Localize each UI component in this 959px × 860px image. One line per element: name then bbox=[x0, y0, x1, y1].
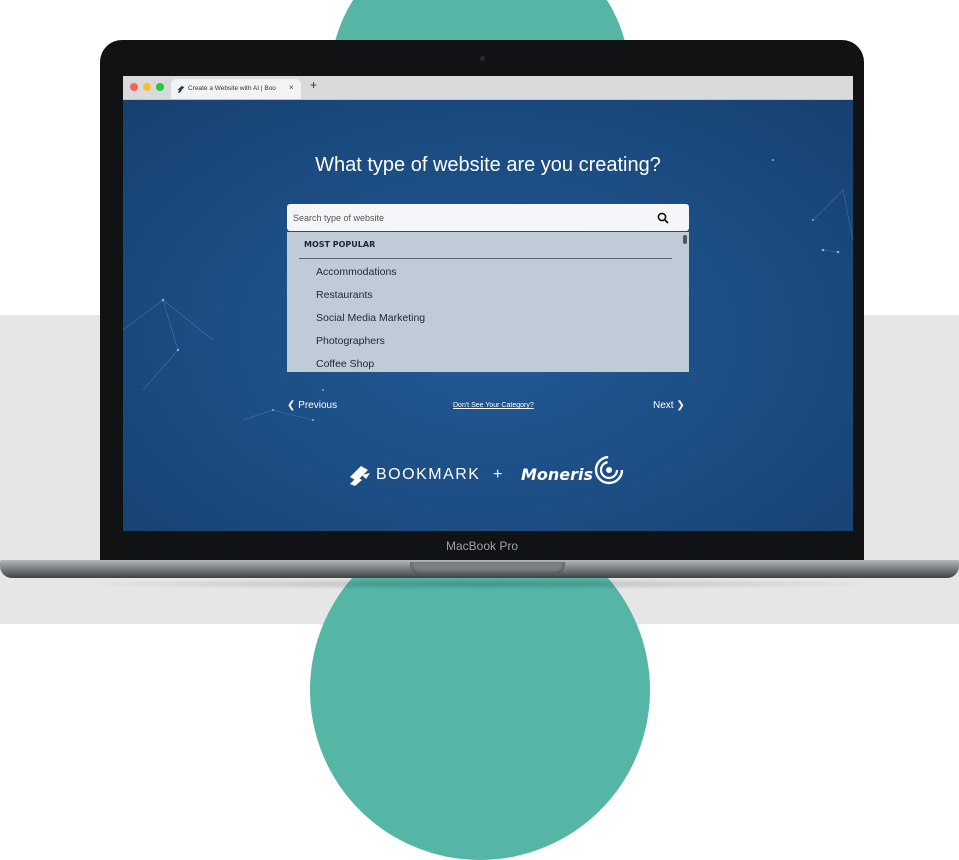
category-dropdown: MOST POPULAR Accommodations Restaurants … bbox=[287, 232, 689, 372]
maximize-window-button[interactable] bbox=[156, 83, 164, 91]
bookmark-logo-text: BOOKMARK bbox=[376, 466, 481, 483]
tab-title: Create a Website with AI | Boo bbox=[188, 85, 276, 92]
next-label: Next bbox=[653, 400, 674, 411]
previous-button[interactable]: ❮ Previous bbox=[287, 400, 337, 411]
camera-icon bbox=[480, 56, 485, 61]
laptop-base-notch bbox=[410, 562, 565, 574]
search-box bbox=[287, 204, 689, 231]
list-item[interactable]: Coffee Shop bbox=[316, 358, 374, 370]
chevron-right-icon: ❯ bbox=[676, 400, 685, 411]
chevron-left-icon: ❮ bbox=[287, 400, 296, 411]
new-tab-button[interactable]: + bbox=[310, 78, 317, 92]
list-item[interactable]: Social Media Marketing bbox=[316, 312, 425, 324]
previous-label: Previous bbox=[298, 400, 338, 411]
dropdown-divider bbox=[299, 258, 672, 259]
partner-logos: BOOKMARK + Moneris bbox=[123, 450, 853, 500]
laptop-screen: Create a Website with AI | Boo × + What … bbox=[123, 76, 853, 531]
device-brand-label: MacBook Pro bbox=[445, 539, 519, 553]
next-button[interactable]: Next ❯ bbox=[653, 400, 685, 411]
minimize-window-button[interactable] bbox=[143, 83, 151, 91]
page-title: What type of website are you creating? bbox=[315, 154, 661, 176]
bookmark-logo-icon bbox=[350, 466, 370, 486]
browser-toolbar: Create a Website with AI | Boo × + bbox=[123, 76, 853, 100]
close-window-button[interactable] bbox=[130, 83, 138, 91]
search-input[interactable] bbox=[293, 204, 653, 231]
moneris-logo-icon bbox=[594, 455, 624, 485]
moneris-logo-text: Moneris bbox=[521, 465, 594, 484]
bookmark-favicon-icon bbox=[177, 85, 185, 93]
browser-tab[interactable]: Create a Website with AI | Boo × bbox=[171, 79, 301, 99]
list-item[interactable]: Photographers bbox=[316, 335, 385, 347]
partner-plus: + bbox=[493, 466, 503, 483]
laptop-shadow bbox=[60, 578, 900, 590]
list-item[interactable]: Restaurants bbox=[316, 289, 373, 301]
tab-close-icon[interactable]: × bbox=[289, 83, 294, 92]
laptop-display: Create a Website with AI | Boo × + What … bbox=[100, 40, 864, 570]
page-content: What type of website are you creating? M… bbox=[123, 100, 853, 531]
scrollbar-thumb[interactable] bbox=[683, 235, 687, 244]
dropdown-scrollbar[interactable] bbox=[681, 232, 689, 372]
list-item[interactable]: Accommodations bbox=[316, 266, 397, 278]
dropdown-section-label: MOST POPULAR bbox=[304, 240, 376, 249]
search-icon[interactable] bbox=[657, 212, 669, 224]
category-link[interactable]: Don't See Your Category? bbox=[453, 402, 534, 409]
